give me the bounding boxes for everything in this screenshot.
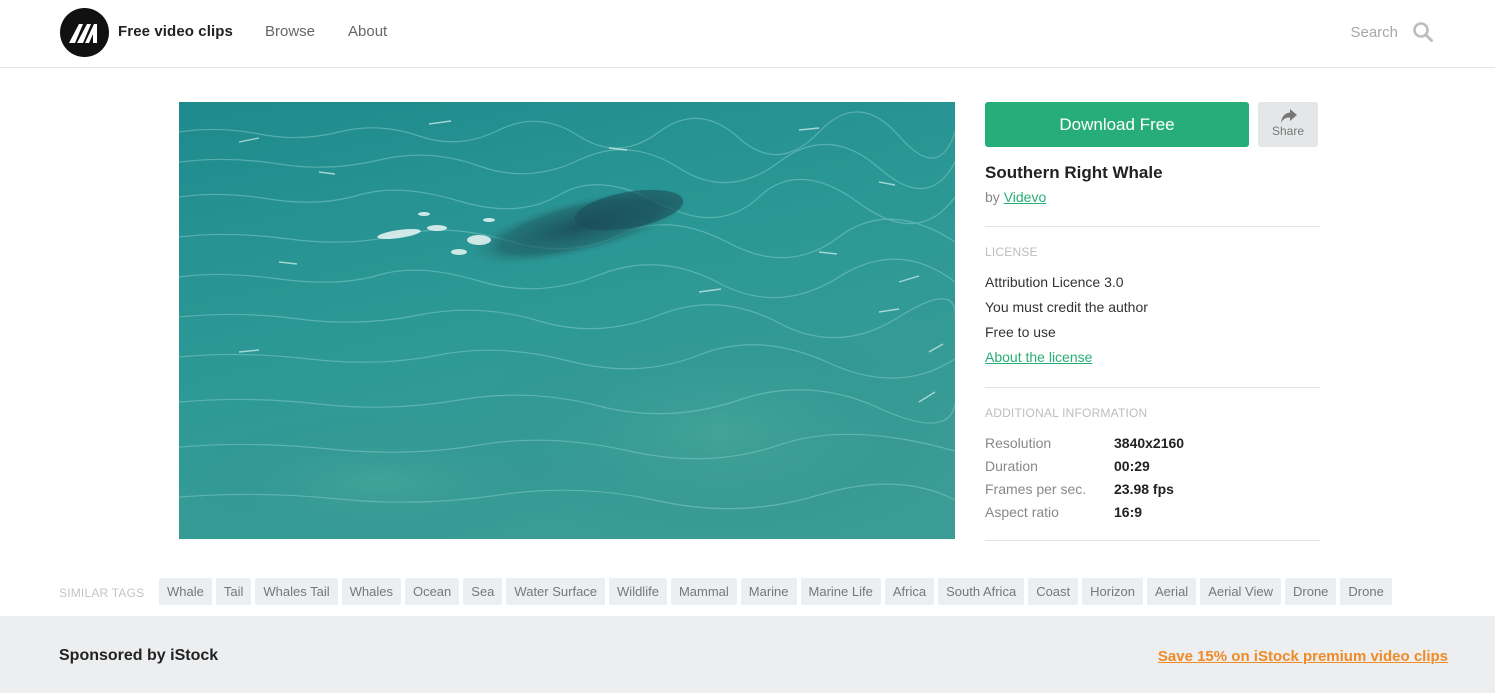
tag-tail[interactable]: Tail [215,578,252,605]
tag-wildlife[interactable]: Wildlife [609,578,667,605]
info-value-aspect-ratio: 16:9 [1114,504,1143,520]
divider [985,540,1320,541]
info-value-fps: 23.98 fps [1114,481,1174,497]
tag-water-surface[interactable]: Water Surface [506,578,606,605]
top-navigation-bar: Free video clips Browse About [0,0,1495,68]
tag-whales[interactable]: Whales [341,578,401,605]
video-preview[interactable] [179,102,955,539]
license-free-note: Free to use [985,324,1056,340]
tag-south-africa[interactable]: South Africa [938,578,1025,605]
tag-ocean[interactable]: Ocean [404,578,460,605]
share-arrow-icon [1280,108,1298,124]
tag-africa[interactable]: Africa [884,578,935,605]
istock-discount-link[interactable]: Save 15% on iStock premium video clips [1158,648,1448,665]
tag-sea[interactable]: Sea [463,578,503,605]
sponsor-bar: Sponsored by iStock Save 15% on iStock p… [0,616,1495,693]
tag-coast[interactable]: Coast [1028,578,1079,605]
tag-marine-life[interactable]: Marine Life [800,578,881,605]
brand-name[interactable]: Free video clips [118,23,233,40]
tag-aerial[interactable]: Aerial [1146,578,1197,605]
share-button[interactable]: Share [1258,102,1318,147]
info-value-resolution: 3840x2160 [1114,435,1185,451]
about-license-link[interactable]: About the license [985,349,1092,365]
tag-drone[interactable]: Drone [1285,578,1337,605]
tag-whale[interactable]: Whale [159,578,212,605]
info-key-resolution: Resolution [985,435,1052,451]
license-type: Attribution Licence 3.0 [985,274,1124,290]
info-key-aspect-ratio: Aspect ratio [985,504,1059,520]
similar-tags-list: Whale Tail Whales Tail Whales Ocean Sea … [159,578,1435,605]
tag-whales-tail[interactable]: Whales Tail [255,578,338,605]
license-credit-note: You must credit the author [985,299,1148,315]
tag-drone-2[interactable]: Drone [1340,578,1392,605]
share-label: Share [1271,124,1305,138]
site-logo-icon[interactable] [60,8,109,57]
info-value-duration: 00:29 [1114,458,1150,474]
nav-about-link[interactable]: About [348,23,387,40]
divider [985,387,1320,388]
additional-info-heading: ADDITIONAL INFORMATION [985,406,1148,420]
author-byline: by Videvo [985,189,1046,205]
tag-mammal[interactable]: Mammal [670,578,737,605]
divider [985,226,1320,227]
license-heading: LICENSE [985,245,1038,259]
info-key-duration: Duration [985,458,1038,474]
tag-marine[interactable]: Marine [740,578,797,605]
search-input[interactable] [1290,20,1398,44]
info-key-fps: Frames per sec. [985,481,1087,497]
author-link[interactable]: Videvo [1004,189,1047,205]
by-prefix: by [985,189,1000,205]
clip-title: Southern Right Whale [985,163,1163,182]
tag-horizon[interactable]: Horizon [1082,578,1143,605]
similar-tags-label: SIMILAR TAGS [59,586,145,600]
download-free-button[interactable]: Download Free [985,102,1249,147]
tag-aerial-view[interactable]: Aerial View [1200,578,1281,605]
nav-browse-link[interactable]: Browse [265,23,315,40]
sponsor-title: Sponsored by iStock [59,647,219,664]
search-icon[interactable] [1412,21,1434,43]
